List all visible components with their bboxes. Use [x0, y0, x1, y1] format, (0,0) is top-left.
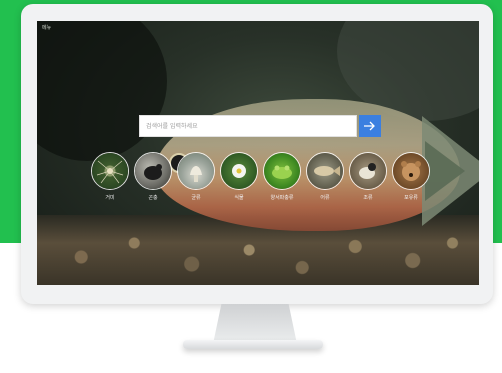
category-label: 거미 — [105, 195, 115, 201]
category-label: 곤충 — [148, 195, 158, 201]
category-label: 조류 — [363, 195, 373, 201]
category-insect[interactable]: 곤충 — [134, 152, 172, 201]
category-plant[interactable]: 식물 — [220, 152, 258, 201]
category-mammal[interactable]: 포유류 — [392, 152, 430, 201]
search-button[interactable] — [359, 115, 381, 137]
category-label: 포유류 — [404, 195, 418, 201]
category-label: 균류 — [191, 195, 201, 201]
mammal-icon — [392, 152, 430, 190]
category-label: 식물 — [234, 195, 244, 201]
insect-icon — [134, 152, 172, 190]
fish-tail-inner — [425, 141, 465, 201]
category-label: 양서파충류 — [270, 195, 294, 201]
category-amphibian-reptile[interactable]: 양서파충류 — [263, 152, 301, 201]
bird-icon — [349, 152, 387, 190]
search-input[interactable] — [139, 115, 357, 137]
category-spider[interactable]: 거미 — [91, 152, 129, 201]
screen: 메뉴 거미 — [37, 21, 479, 285]
category-bird[interactable]: 조류 — [349, 152, 387, 201]
frog-icon — [263, 152, 301, 190]
fish-icon — [306, 152, 344, 190]
spider-icon — [91, 152, 129, 190]
category-label: 어류 — [320, 195, 330, 201]
flower-icon — [220, 152, 258, 190]
arrow-right-icon — [364, 121, 375, 131]
category-fungus[interactable]: 균류 — [177, 152, 215, 201]
monitor-stand-neck — [213, 304, 297, 344]
menu-label[interactable]: 메뉴 — [42, 24, 51, 31]
category-fish[interactable]: 어류 — [306, 152, 344, 201]
fungus-icon — [177, 152, 215, 190]
monitor-stand-base — [183, 340, 323, 349]
background-shadow — [37, 21, 167, 161]
category-row: 거미 곤충 균류 식물 양서파충류 어류 조류 포유류 — [91, 152, 431, 208]
